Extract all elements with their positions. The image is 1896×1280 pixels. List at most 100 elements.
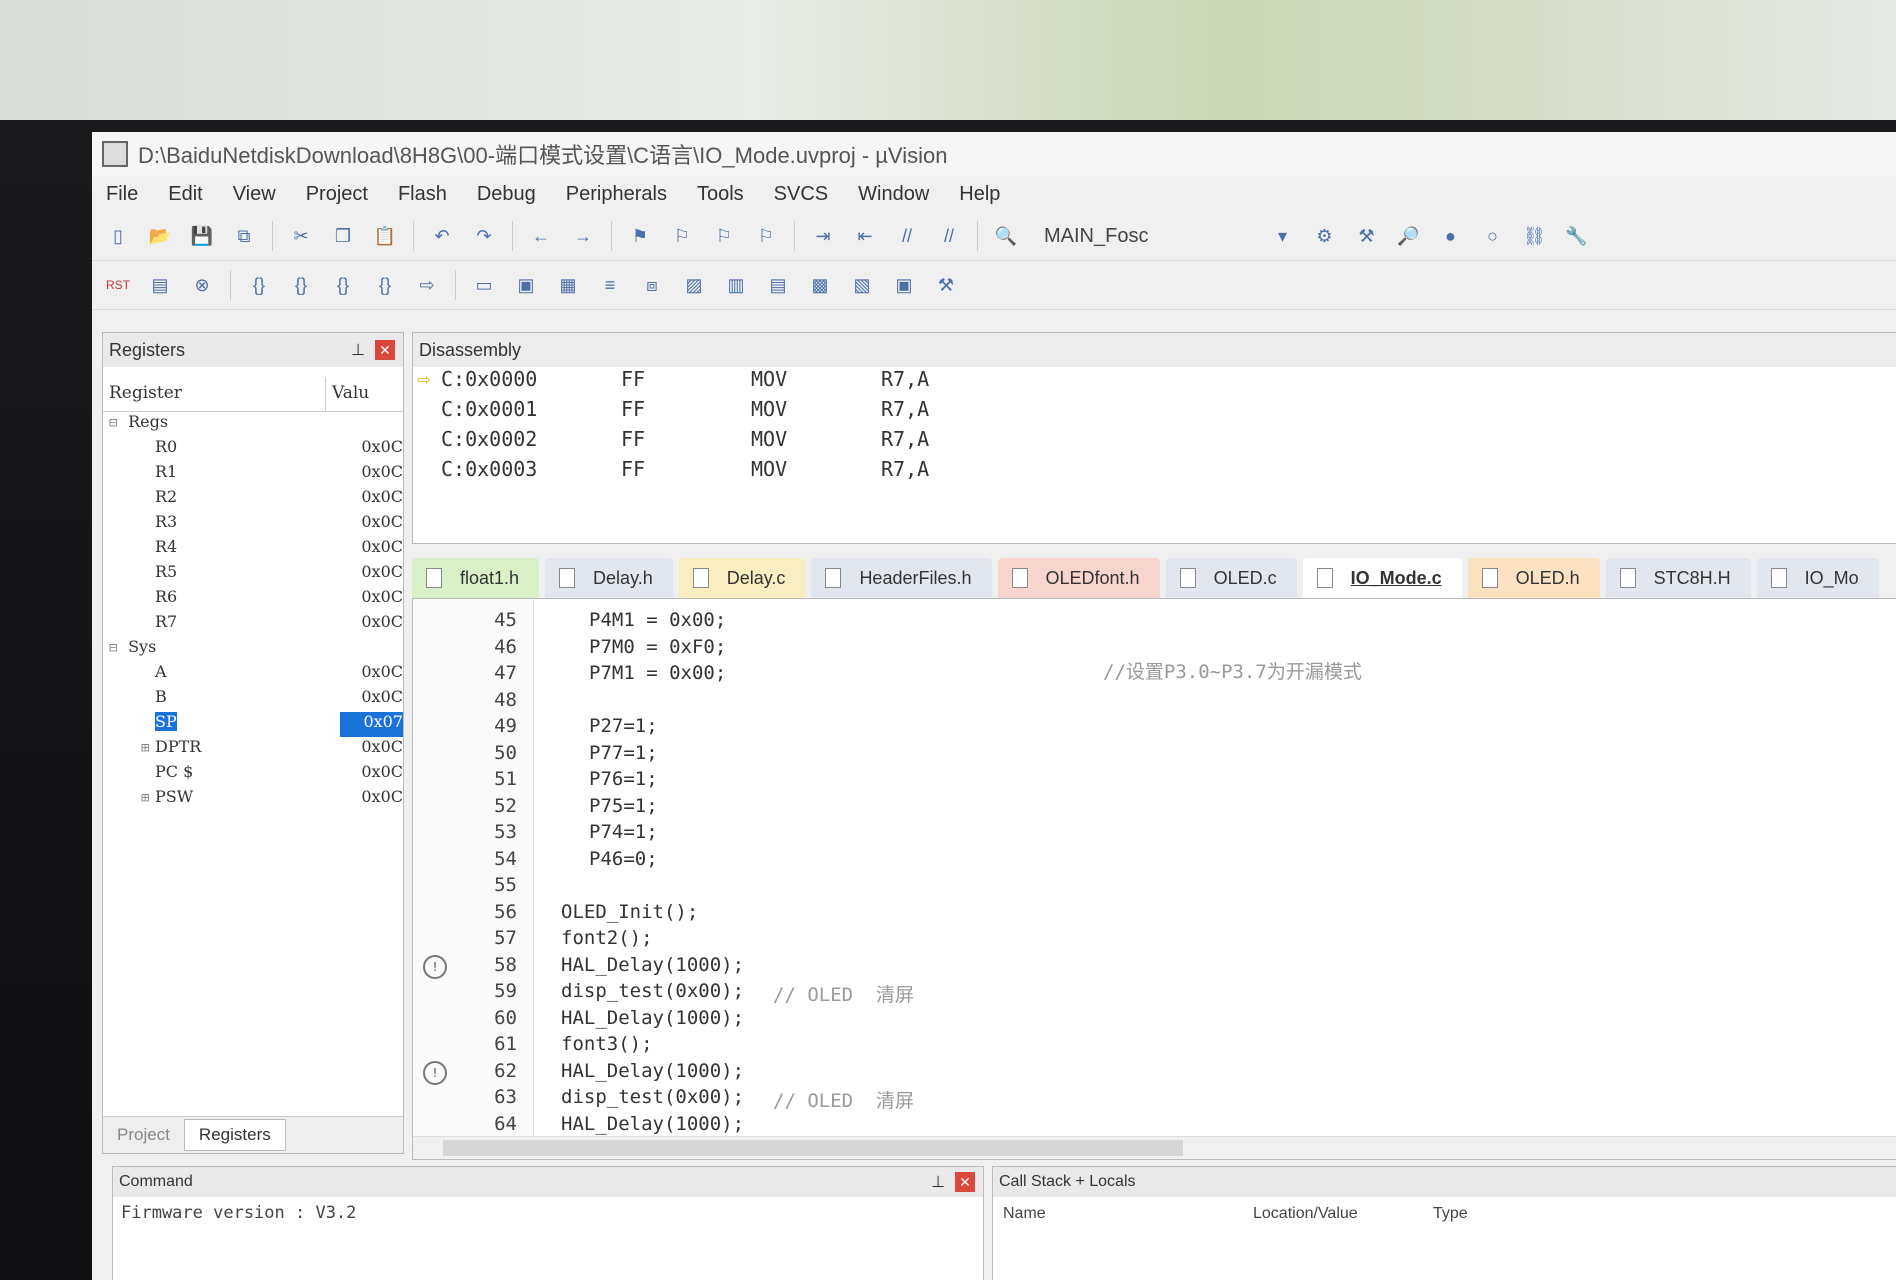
menu-window[interactable]: Window (858, 183, 929, 206)
analysis-window-icon[interactable]: ▩ (806, 271, 834, 299)
collapse-icon[interactable]: ⊟ (109, 415, 123, 431)
save-icon[interactable]: 💾 (188, 222, 216, 250)
scrollbar-thumb[interactable] (443, 1140, 1183, 1156)
code-line[interactable]: 59 disp_test(0x00); // OLED 清屏 (413, 980, 1896, 1006)
register-row[interactable]: B 0x0C (103, 687, 403, 712)
register-row[interactable]: R7 0x0C (103, 612, 403, 637)
serial-window-icon[interactable]: ▤ (764, 271, 792, 299)
pin-icon[interactable]: ⊥ (351, 340, 365, 360)
menu-debug[interactable]: Debug (477, 183, 536, 206)
code-line[interactable]: 60 HAL_Delay(1000); (413, 1007, 1896, 1033)
bookmark-icon[interactable]: ⚑ (626, 222, 654, 250)
code-line[interactable]: 48 (413, 689, 1896, 715)
bookmark-clear-icon[interactable]: ⚐ (752, 222, 780, 250)
register-row[interactable]: A 0x0C (103, 662, 403, 687)
collapse-icon[interactable]: ⊟ (109, 640, 123, 656)
code-line[interactable]: 64 HAL_Delay(1000); (413, 1113, 1896, 1139)
register-group[interactable]: ⊟ Regs (103, 412, 403, 437)
step-over-icon[interactable]: {} (287, 271, 315, 299)
step-out-icon[interactable]: {} (329, 271, 357, 299)
file-tab[interactable]: STC8H.H (1605, 558, 1751, 598)
disassembly-row[interactable]: C:0x0002 FF MOV R7,A (413, 427, 1896, 457)
tab-project[interactable]: Project (103, 1125, 184, 1145)
register-row[interactable]: R6 0x0C (103, 587, 403, 612)
file-tab[interactable]: float1.h (412, 558, 540, 598)
disable-breakpoint-icon[interactable]: ○ (1478, 222, 1506, 250)
toolbox-icon[interactable]: ⚒ (932, 271, 960, 299)
disassembly-row[interactable]: ⇨ C:0x0000 FF MOV R7,A (413, 367, 1896, 397)
file-tab[interactable]: IO_Mode.c (1302, 558, 1462, 598)
breakpoint-icon[interactable]: ● (1436, 222, 1464, 250)
code-line[interactable]: 57 font2(); (413, 927, 1896, 953)
col-name[interactable]: Name (1003, 1205, 1253, 1223)
symbols-window-icon[interactable]: ▦ (554, 271, 582, 299)
command-window-icon[interactable]: ▭ (470, 271, 498, 299)
file-tab[interactable]: OLEDfont.h (997, 558, 1160, 598)
menu-help[interactable]: Help (959, 183, 1000, 206)
register-row[interactable]: SP 0x07 (103, 712, 403, 737)
new-file-icon[interactable]: ▯ (104, 222, 132, 250)
code-line[interactable]: 52 P75=1; (413, 795, 1896, 821)
comment-icon[interactable]: // (893, 222, 921, 250)
indent-icon[interactable]: ⇥ (809, 222, 837, 250)
copy-icon[interactable]: ❐ (329, 222, 357, 250)
file-tab[interactable]: OLED.c (1165, 558, 1297, 598)
expand-icon[interactable]: ⊞ (141, 740, 155, 756)
register-row[interactable]: PC $ 0x0C (103, 762, 403, 787)
disassembly-window-icon[interactable]: ▣ (512, 271, 540, 299)
show-next-statement-icon[interactable]: ⇨ (413, 271, 441, 299)
pin-icon[interactable]: ⊥ (931, 1172, 945, 1192)
memory-window-icon[interactable]: ▥ (722, 271, 750, 299)
code-line[interactable]: 53 P74=1; (413, 821, 1896, 847)
code-line[interactable]: 56 OLED_Init(); (413, 901, 1896, 927)
disassembly-row[interactable]: C:0x0003 FF MOV R7,A (413, 457, 1896, 487)
code-editor[interactable]: 45 P4M1 = 0x00; 46 P7M0 = 0xF0; 47 P7M1 = 0x0… (412, 598, 1896, 1160)
file-tab[interactable]: Delay.c (678, 558, 806, 598)
bookmark-prev-icon[interactable]: ⚐ (668, 222, 696, 250)
register-row[interactable]: R0 0x0C (103, 437, 403, 462)
menu-svcs[interactable]: SVCS (774, 183, 828, 206)
registers-window-icon[interactable]: ≡ (596, 271, 624, 299)
file-tab[interactable]: Delay.h (545, 558, 673, 598)
register-row[interactable]: R4 0x0C (103, 537, 403, 562)
file-tab[interactable]: IO_Mo (1756, 558, 1879, 598)
menu-view[interactable]: View (233, 183, 276, 206)
code-line[interactable]: 50 P77=1; (413, 742, 1896, 768)
register-row[interactable]: R1 0x0C (103, 462, 403, 487)
redo-icon[interactable]: ↷ (470, 222, 498, 250)
call-stack-window-icon[interactable]: ⧈ (638, 271, 666, 299)
code-line[interactable]: 45 P4M1 = 0x00; (413, 609, 1896, 635)
open-folder-icon[interactable]: 📂 (146, 222, 174, 250)
register-row[interactable]: R5 0x0C (103, 562, 403, 587)
menu-peripherals[interactable]: Peripherals (566, 183, 667, 206)
register-row[interactable]: ⊞ DPTR 0x0C (103, 737, 403, 762)
code-line[interactable]: 49 P27=1; (413, 715, 1896, 741)
run-icon[interactable]: ▤ (146, 271, 174, 299)
paste-icon[interactable]: 📋 (371, 222, 399, 250)
stop-icon[interactable]: ⊗ (188, 271, 216, 299)
bookmark-next-icon[interactable]: ⚐ (710, 222, 738, 250)
uncomment-icon[interactable]: // (935, 222, 963, 250)
code-line[interactable]: ! 62 HAL_Delay(1000); (413, 1060, 1896, 1086)
rebuild-icon[interactable]: ⚒ (1352, 222, 1380, 250)
register-row[interactable]: R2 0x0C (103, 487, 403, 512)
col-location[interactable]: Location/Value (1253, 1205, 1433, 1223)
find-in-files-icon[interactable]: 🔍 (992, 222, 1020, 250)
disassembly-row[interactable]: C:0x0001 FF MOV R7,A (413, 397, 1896, 427)
undo-icon[interactable]: ↶ (428, 222, 456, 250)
reset-icon[interactable]: RST (104, 271, 132, 299)
code-line[interactable]: 54 P46=0; (413, 848, 1896, 874)
file-tab[interactable]: HeaderFiles.h (811, 558, 992, 598)
menu-file[interactable]: File (106, 183, 138, 206)
menu-project[interactable]: Project (306, 183, 368, 206)
menu-flash[interactable]: Flash (398, 183, 447, 206)
col-type[interactable]: Type (1433, 1205, 1468, 1223)
breakpoint-marker-icon[interactable]: ! (423, 1060, 447, 1085)
close-icon[interactable]: ✕ (955, 1172, 975, 1192)
code-line[interactable]: 55 (413, 874, 1896, 900)
settings-icon[interactable]: 🔧 (1562, 222, 1590, 250)
cut-icon[interactable]: ✂ (287, 222, 315, 250)
run-to-cursor-icon[interactable]: {} (371, 271, 399, 299)
editor-horizontal-scrollbar[interactable] (413, 1136, 1896, 1159)
link-icon[interactable]: ⛓ (1520, 222, 1548, 250)
